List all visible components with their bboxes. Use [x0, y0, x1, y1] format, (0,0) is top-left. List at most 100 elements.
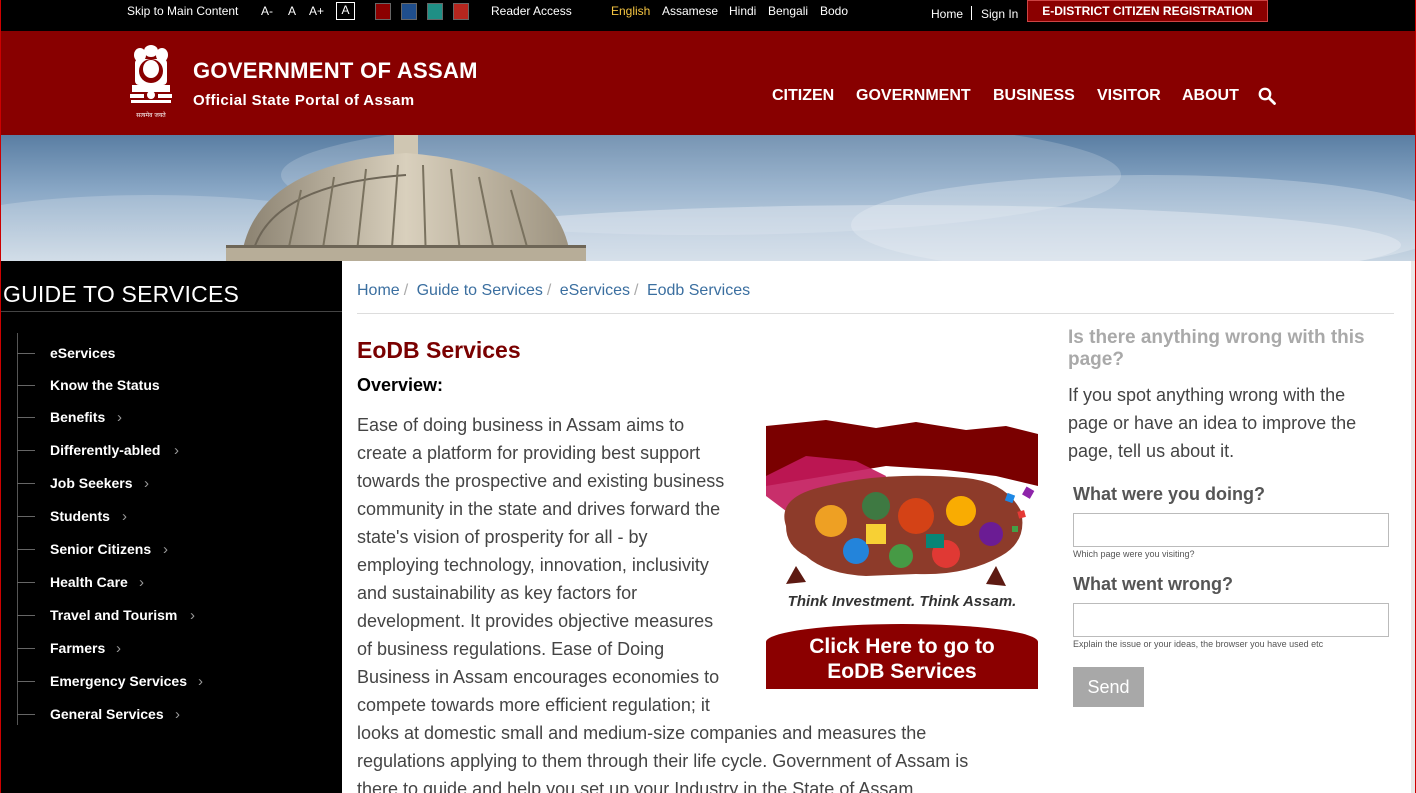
state-emblem-logo[interactable]: सत्यमेव जयते	[126, 41, 176, 123]
chevron-right-icon[interactable]: ›	[144, 475, 149, 492]
sidebar-item-label[interactable]: Know the Status	[50, 377, 160, 393]
send-feedback-button[interactable]: Send	[1073, 667, 1144, 707]
chevron-right-icon[interactable]: ›	[139, 574, 144, 591]
what-wrong-input[interactable]	[1073, 603, 1389, 637]
chevron-right-icon[interactable]: ›	[163, 541, 168, 558]
font-normal-button[interactable]: A	[288, 4, 296, 18]
theme-swatch-maroon[interactable]	[375, 3, 391, 20]
tree-tick	[17, 549, 35, 550]
sidebar-item-travel-and-tourism[interactable]: Travel and Tourism ›	[1, 604, 341, 632]
font-decrease-button[interactable]: A-	[261, 4, 273, 18]
tree-tick	[17, 516, 35, 517]
nav-citizen[interactable]: CITIZEN	[772, 87, 834, 105]
sidebar-item-label[interactable]: Farmers	[50, 640, 105, 656]
what-doing-input[interactable]	[1073, 513, 1389, 547]
search-icon[interactable]	[1258, 87, 1276, 105]
tree-tick	[17, 615, 35, 616]
nav-visitor[interactable]: VISITOR	[1097, 87, 1161, 105]
sidebar-item-emergency-services[interactable]: Emergency Services ›	[1, 670, 341, 698]
page-title: EoDB Services	[357, 337, 521, 363]
sidebar-item-job-seekers[interactable]: Job Seekers ›	[1, 472, 341, 500]
breadcrumb-separator: /	[546, 282, 552, 299]
sidebar-item-label[interactable]: Emergency Services	[50, 673, 187, 689]
lang-hindi-link[interactable]: Hindi	[729, 4, 756, 18]
breadcrumb-separator: /	[403, 282, 409, 299]
page-frame: Skip to Main Content A- A A+ A Reader Ac…	[0, 0, 1416, 793]
lang-english-link[interactable]: English	[611, 4, 650, 18]
high-contrast-button[interactable]: A	[336, 2, 355, 20]
lang-assamese-link[interactable]: Assamese	[662, 4, 718, 18]
reader-access-link[interactable]: Reader Access	[491, 4, 572, 18]
feedback-intro: If you spot anything wrong with the page…	[1068, 385, 1357, 461]
top-home-link[interactable]: Home	[931, 7, 963, 21]
breadcrumb-guide-to-services[interactable]: Guide to Services	[417, 282, 543, 299]
sidebar-item-label[interactable]: Job Seekers	[50, 475, 133, 491]
sidebar-item-label[interactable]: Differently-abled	[50, 442, 160, 458]
tree-tick	[17, 483, 35, 484]
sidebar-item-students[interactable]: Students ›	[1, 505, 341, 533]
sidebar-item-health-care[interactable]: Health Care ›	[1, 571, 341, 599]
tree-tick	[17, 714, 35, 715]
lang-bodo-link[interactable]: Bodo	[820, 4, 848, 18]
sidebar-title: GUIDE TO SERVICES	[3, 281, 240, 307]
nav-about[interactable]: ABOUT	[1182, 87, 1239, 105]
what-doing-hint: Which page were you visiting?	[1073, 549, 1195, 559]
promo-button-line1: Click Here to go to	[809, 635, 995, 658]
chevron-right-icon[interactable]: ›	[122, 508, 127, 525]
theme-swatch-red[interactable]	[453, 3, 469, 20]
sidebar-item-label[interactable]: eServices	[50, 345, 115, 361]
promo-button-line2: EoDB Services	[827, 660, 977, 683]
sidebar-item-general-services[interactable]: General Services ›	[1, 703, 341, 731]
chevron-right-icon[interactable]: ›	[116, 640, 121, 657]
breadcrumb-eservices[interactable]: eServices	[560, 282, 630, 299]
lang-bengali-link[interactable]: Bengali	[768, 4, 808, 18]
breadcrumb-home[interactable]: Home	[357, 282, 400, 299]
feedback-question: Is there anything wrong with this page?	[1068, 327, 1365, 370]
paragraph-line: compete towards more efficient regulatio…	[357, 695, 710, 715]
paragraph-line: regulations applying to them through the…	[357, 751, 969, 771]
sign-in-link[interactable]: Sign In	[981, 7, 1018, 21]
sidebar-item-label[interactable]: Health Care	[50, 574, 128, 590]
breadcrumb-eodb-services[interactable]: Eodb Services	[647, 282, 750, 299]
sidebar-item-label[interactable]: Travel and Tourism	[50, 607, 177, 623]
main-content: Home / Guide to Services / eServices / Eodb…	[342, 261, 1415, 793]
paragraph-line: there to guide and help you set up your …	[357, 779, 919, 793]
goto-eodb-services-button[interactable]: Click Here to go to EoDB Services	[766, 624, 1038, 689]
sidebar-item-label[interactable]: Senior Citizens	[50, 541, 151, 557]
what-wrong-label: What went wrong?	[1073, 574, 1233, 594]
scrollbar-track[interactable]	[1411, 261, 1415, 793]
skip-to-main-link[interactable]: Skip to Main Content	[127, 4, 238, 18]
guide-sidebar: GUIDE TO SERVICES eServices Know the Sta…	[1, 261, 342, 793]
chevron-right-icon[interactable]: ›	[190, 607, 195, 624]
nav-government[interactable]: GOVERNMENT	[856, 87, 971, 105]
sidebar-item-label[interactable]: Benefits	[50, 409, 105, 425]
site-subtitle: Official State Portal of Assam	[193, 92, 415, 109]
sidebar-item-senior-citizens[interactable]: Senior Citizens ›	[1, 538, 341, 566]
promo-tagline: Think Investment. Think Assam.	[787, 593, 1017, 610]
edistrict-registration-button[interactable]: E-DISTRICT CITIZEN REGISTRATION	[1027, 0, 1268, 22]
chevron-right-icon[interactable]: ›	[198, 673, 203, 690]
chevron-right-icon[interactable]: ›	[174, 442, 179, 459]
theme-swatch-blue[interactable]	[401, 3, 417, 20]
nav-business[interactable]: BUSINESS	[993, 87, 1075, 105]
breadcrumb-divider	[357, 313, 1394, 314]
eodb-promo-banner[interactable]: Think Investment. Think Assam. Click Her…	[766, 416, 1038, 689]
sidebar-item-label[interactable]: General Services	[50, 706, 164, 722]
sidebar-item-label[interactable]: Students	[50, 508, 110, 524]
chevron-right-icon[interactable]: ›	[117, 409, 122, 426]
rhino-artwork-image	[766, 420, 1038, 586]
sidebar-divider	[1, 311, 342, 312]
banner-image	[1, 135, 1415, 261]
font-increase-button[interactable]: A+	[309, 4, 324, 18]
theme-swatch-teal[interactable]	[427, 3, 443, 20]
sidebar-item-eservices[interactable]: eServices	[1, 342, 341, 370]
sidebar-item-benefits[interactable]: Benefits ›	[1, 406, 341, 434]
sidebar-item-know-the-status[interactable]: Know the Status	[1, 374, 341, 402]
tree-tick	[17, 582, 35, 583]
site-header: सत्यमेव जयते GOVERNMENT OF ASSAM Officia…	[1, 31, 1415, 135]
chevron-right-icon[interactable]: ›	[175, 706, 180, 723]
breadcrumb-separator: /	[634, 282, 639, 299]
sidebar-item-farmers[interactable]: Farmers ›	[1, 637, 341, 665]
site-title[interactable]: GOVERNMENT OF ASSAM	[193, 58, 478, 84]
sidebar-item-differently-abled[interactable]: Differently-abled ›	[1, 439, 341, 467]
